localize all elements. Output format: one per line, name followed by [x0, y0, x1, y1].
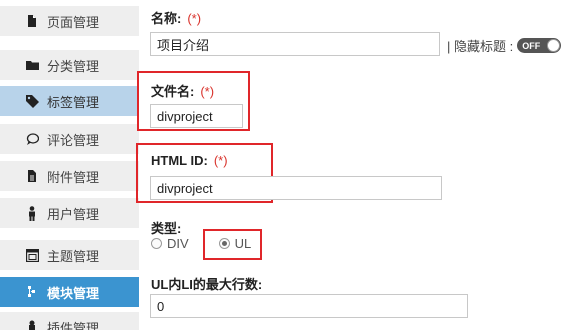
type-option-div[interactable]: DIV — [151, 236, 189, 251]
sidebar-item-attachments[interactable]: 附件管理 — [0, 161, 139, 191]
theme-icon — [25, 248, 39, 262]
comment-icon — [25, 132, 39, 146]
toggle-knob — [547, 39, 561, 52]
name-input[interactable]: 项目介绍 — [150, 32, 440, 56]
htmlid-input[interactable]: divproject — [150, 176, 442, 200]
sidebar-item-users[interactable]: 用户管理 — [0, 198, 139, 228]
sidebar-item-pages[interactable]: 页面管理 — [0, 6, 139, 36]
filename-label: 文件名: (*) — [151, 84, 215, 99]
sidebar-item-tags[interactable]: 标签管理 — [0, 86, 139, 116]
sidebar-item-themes[interactable]: 主题管理 — [0, 240, 139, 270]
sidebar-item-categories[interactable]: 分类管理 — [0, 50, 139, 80]
sidebar-item-modules[interactable]: 模块管理 — [0, 277, 139, 307]
user-icon — [25, 205, 39, 221]
hide-title-toggle[interactable]: OFF — [517, 38, 562, 53]
sidebar-item-label: 附件管理 — [47, 169, 100, 185]
radio-button[interactable] — [151, 238, 162, 249]
htmlid-label: HTML ID: (*) — [151, 153, 228, 168]
sidebar-item-label: 分类管理 — [47, 58, 100, 74]
sidebar-item-label: 模块管理 — [47, 285, 100, 301]
required-mark: (*) — [187, 11, 202, 26]
tag-icon — [25, 94, 39, 108]
required-mark: (*) — [213, 153, 228, 168]
sidebar-item-plugins[interactable]: 插件管理 — [0, 312, 139, 330]
type-label: 类型: — [151, 221, 182, 236]
sidebar-item-label: 插件管理 — [47, 320, 100, 330]
required-mark: (*) — [200, 84, 215, 99]
highlight-box-ul — [203, 229, 262, 260]
plugin-icon — [25, 320, 39, 330]
sidebar-item-label: 标签管理 — [47, 94, 100, 110]
hide-title-option: | 隐藏标题 : OFF — [447, 36, 562, 55]
maxrows-input[interactable]: 0 — [150, 294, 468, 318]
maxrows-label: UL内LI的最大行数: — [151, 277, 263, 292]
module-icon — [25, 285, 39, 299]
sidebar-item-comments[interactable]: 评论管理 — [0, 124, 139, 154]
sidebar-item-label: 评论管理 — [47, 132, 100, 148]
sidebar-item-label: 用户管理 — [47, 206, 100, 222]
attachment-icon — [25, 169, 39, 183]
file-icon — [25, 14, 39, 28]
filename-input[interactable]: divproject — [150, 104, 243, 128]
sidebar-nav: 页面管理 分类管理 标签管理 评论管理 附件管理 用户管理 主题管理 模块管理 … — [0, 0, 139, 330]
main-form: 名称: (*) 项目介绍 | 隐藏标题 : OFF 文件名: (*) divproj… — [136, 0, 586, 330]
hide-title-label: | 隐藏标题 : — [447, 39, 514, 54]
sidebar-item-label: 主题管理 — [47, 248, 100, 264]
name-label: 名称: (*) — [151, 11, 202, 26]
sidebar-item-label: 页面管理 — [47, 14, 100, 30]
folder-icon — [25, 58, 39, 72]
